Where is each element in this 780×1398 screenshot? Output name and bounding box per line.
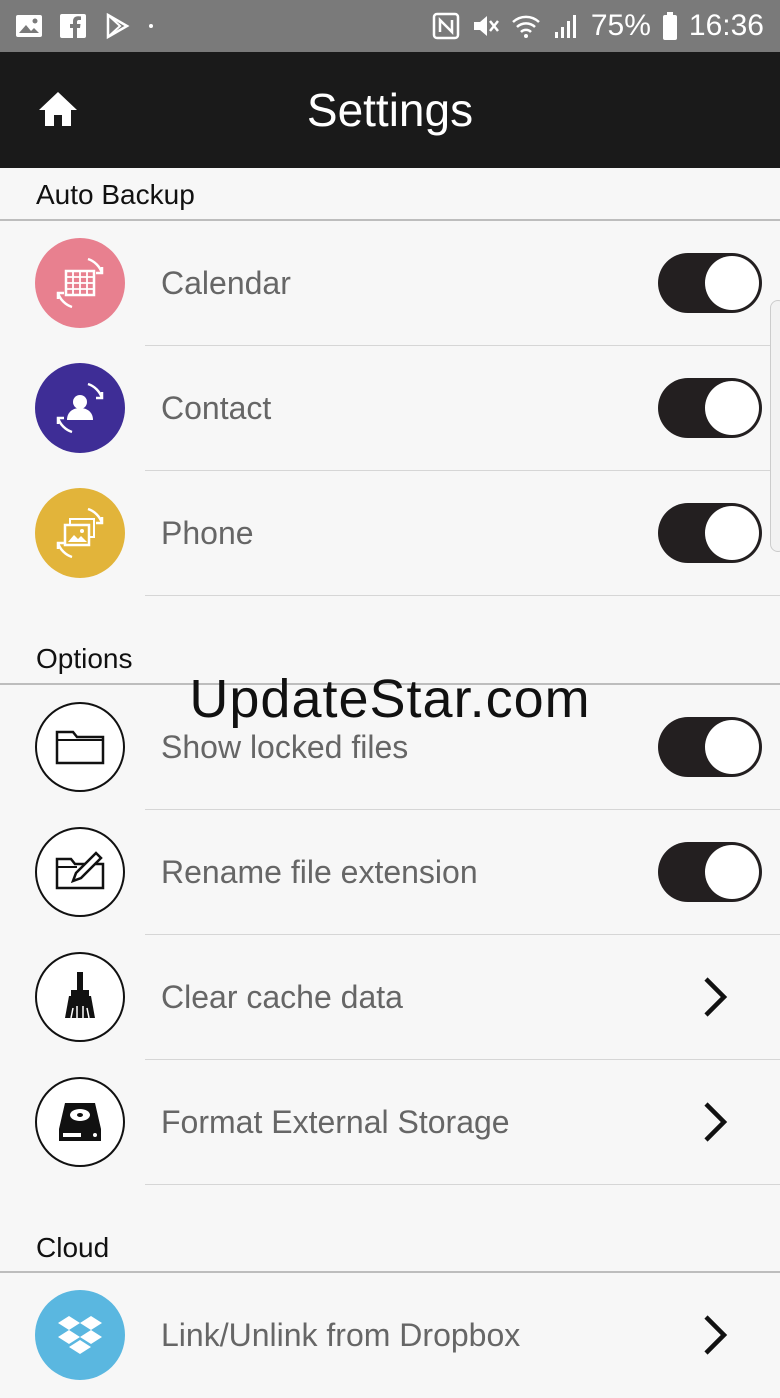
chevron-right-icon xyxy=(704,977,728,1017)
dropbox-icon xyxy=(35,1290,125,1380)
play-store-icon xyxy=(106,12,130,40)
row-label: Rename file extension xyxy=(161,854,478,890)
row-rename-file-extension: Rename file extension xyxy=(0,810,780,935)
phone-backup-toggle[interactable] xyxy=(658,503,762,563)
toggle-knob xyxy=(705,845,759,899)
calendar-backup-toggle[interactable] xyxy=(658,253,762,313)
rename-file-extension-toggle[interactable] xyxy=(658,842,762,902)
photo-sync-icon xyxy=(35,488,125,578)
toggle-knob xyxy=(705,506,759,560)
chevron-right-icon xyxy=(704,1102,728,1142)
row-clear-cache-data[interactable]: Clear cache data xyxy=(0,935,780,1060)
row-phone: Phone xyxy=(0,471,780,596)
battery-percent: 75% xyxy=(590,9,651,42)
contact-backup-toggle[interactable] xyxy=(658,378,762,438)
row-label: Calendar xyxy=(161,265,291,301)
row-label: Phone xyxy=(161,515,254,551)
row-contact: Contact xyxy=(0,346,780,471)
toggle-knob xyxy=(705,381,759,435)
facebook-icon xyxy=(60,14,86,38)
folder-edit-icon xyxy=(35,827,125,917)
page-title: Settings xyxy=(306,84,474,136)
battery-icon xyxy=(662,12,677,40)
row-divider xyxy=(145,595,780,596)
status-bar: 75% 16:36 xyxy=(0,0,780,52)
section-title-cloud: Cloud xyxy=(36,1232,110,1263)
row-calendar: Calendar xyxy=(0,221,780,346)
row-divider xyxy=(145,1184,780,1185)
mute-icon xyxy=(473,16,499,36)
app-bar: Settings xyxy=(0,52,780,168)
contact-sync-icon xyxy=(35,363,125,453)
hard-drive-icon xyxy=(35,1077,125,1167)
row-label: Contact xyxy=(161,390,272,426)
gallery-icon xyxy=(16,15,42,37)
calendar-sync-icon xyxy=(35,238,125,328)
row-format-external-storage[interactable]: Format External Storage xyxy=(0,1060,780,1185)
notification-dot-icon xyxy=(149,24,153,28)
nfc-icon xyxy=(432,12,460,40)
row-label: Link/Unlink from Dropbox xyxy=(161,1317,521,1353)
row-label: Clear cache data xyxy=(161,979,403,1015)
clock: 16:36 xyxy=(688,9,764,42)
row-dropbox[interactable]: Link/Unlink from Dropbox xyxy=(0,1273,780,1398)
chevron-right-icon xyxy=(704,1315,728,1355)
toggle-knob xyxy=(705,256,759,310)
broom-icon xyxy=(35,952,125,1042)
row-label: Format External Storage xyxy=(161,1104,510,1140)
watermark: UpdateStar.com xyxy=(189,669,591,729)
scrollbar[interactable] xyxy=(770,300,780,552)
section-title-auto-backup: Auto Backup xyxy=(36,179,195,210)
home-icon[interactable] xyxy=(34,86,82,134)
wifi-icon xyxy=(512,15,540,38)
signal-icon xyxy=(554,15,576,38)
